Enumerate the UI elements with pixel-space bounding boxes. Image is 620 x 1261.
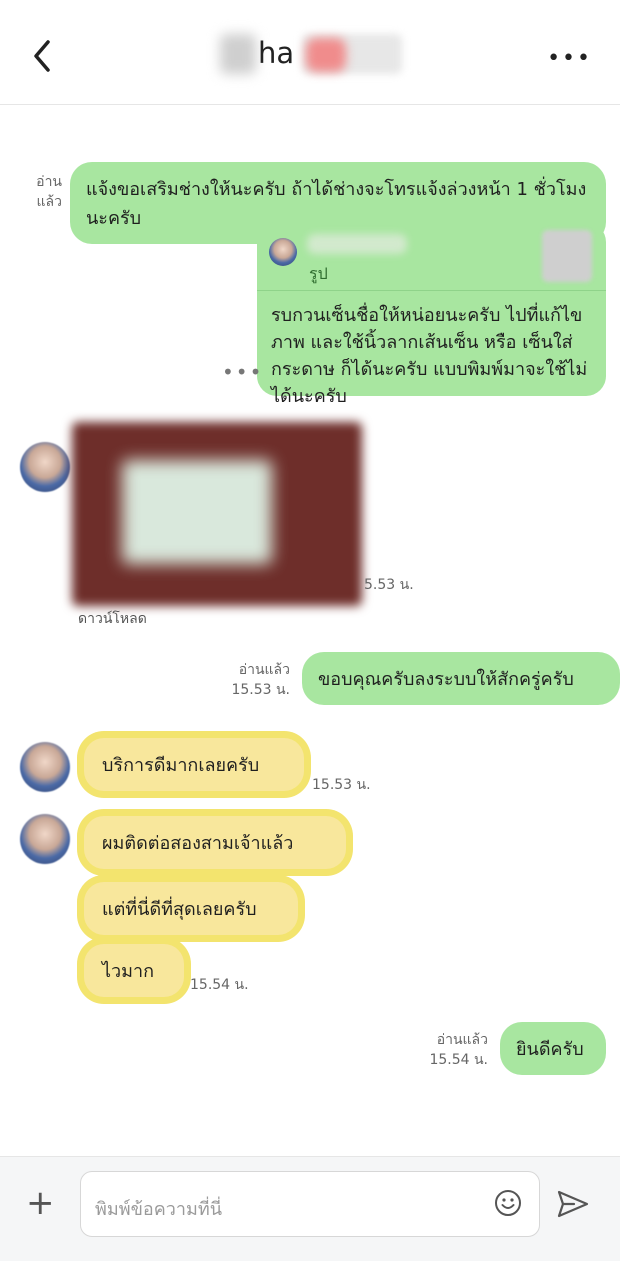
avatar[interactable] xyxy=(20,442,70,492)
avatar[interactable] xyxy=(20,742,70,792)
chevron-left-icon xyxy=(34,40,50,72)
more-options-button[interactable]: ••• xyxy=(547,46,592,71)
message-time: 15.54 น. xyxy=(190,977,249,993)
read-status: อ่านแล้ว xyxy=(12,172,62,212)
back-button[interactable] xyxy=(24,36,64,76)
image-content-blurred xyxy=(122,460,272,564)
incoming-message[interactable]: ผมติดต่อสองสามเจ้าแล้ว xyxy=(84,816,346,869)
reply-avatar xyxy=(269,238,297,266)
emoji-icon[interactable] xyxy=(493,1188,523,1218)
message-text: ขอบคุณครับลงระบบให้สักครู่ครับ xyxy=(318,669,574,690)
message-text: ผมติดต่อสองสามเจ้าแล้ว xyxy=(102,833,294,854)
reply-sender-redacted xyxy=(307,234,407,254)
avatar[interactable] xyxy=(20,814,70,864)
send-button[interactable] xyxy=(556,1187,590,1221)
chat-title-area: ha xyxy=(220,28,402,78)
outgoing-reply-message[interactable]: รูป รบกวนเซ็นชื่อให้หน่อยนะครับ ไปที่แก้… xyxy=(257,222,606,407)
incoming-message[interactable]: บริการดีมากเลยครับ xyxy=(84,738,304,791)
incoming-message[interactable]: ไวมาก xyxy=(84,944,184,997)
more-horizontal-icon: ••• xyxy=(547,46,592,71)
message-input[interactable]: พิมพ์ข้อความที่นี่ xyxy=(80,1171,540,1237)
title-redaction-red xyxy=(306,38,346,72)
message-time: 15.53 น. xyxy=(231,682,290,698)
incoming-message[interactable]: แต่ที่นี่ดีที่สุดเลยครับ xyxy=(84,882,298,935)
read-status-text: อ่านแล้ว xyxy=(436,1032,488,1048)
message-text: บริการดีมากเลยครับ xyxy=(102,755,260,776)
message-time: 15.53 น. xyxy=(312,777,371,793)
reply-thumbnail xyxy=(542,230,592,282)
reply-type-label: รูป xyxy=(309,264,328,283)
download-label[interactable]: ดาวน์โหลด xyxy=(78,608,147,630)
read-status: อ่านแล้ว 15.53 น. xyxy=(226,660,290,700)
message-text: ยินดีครับ xyxy=(516,1039,584,1060)
message-text: แต่ที่นี่ดีที่สุดเลยครับ xyxy=(102,899,257,920)
message-time: 15.54 น. xyxy=(429,1052,488,1068)
message-text: ไวมาก xyxy=(102,961,155,982)
chat-area[interactable]: อ่านแล้ว แจ้งขอเสริมช่างให้นะครับ ถ้าได้… xyxy=(0,104,620,1156)
add-attachment-button[interactable]: + xyxy=(26,1183,55,1223)
chat-title: ha xyxy=(258,36,295,70)
chat-header: ha ••• xyxy=(0,0,620,105)
plus-icon: + xyxy=(26,1183,55,1223)
outgoing-message[interactable]: ยินดีครับ xyxy=(500,1022,606,1075)
title-redaction-left xyxy=(220,34,256,74)
outgoing-message[interactable]: ขอบคุณครับลงระบบให้สักครู่ครับ xyxy=(302,652,620,705)
read-status: อ่านแล้ว 15.54 น. xyxy=(424,1030,488,1070)
reply-separator xyxy=(257,290,606,291)
read-status-text: อ่านแล้ว xyxy=(238,662,290,678)
input-placeholder: พิมพ์ข้อความที่นี่ xyxy=(95,1199,223,1220)
message-text: รบกวนเซ็นชื่อให้หน่อยนะครับ ไปที่แก้ไขภา… xyxy=(271,305,588,407)
message-input-bar: + พิมพ์ข้อความที่นี่ xyxy=(0,1156,620,1261)
message-time: 5.53 น. xyxy=(364,577,414,593)
message-options-icon[interactable]: ••• xyxy=(222,360,263,384)
read-status-text: อ่านแล้ว xyxy=(36,174,62,210)
